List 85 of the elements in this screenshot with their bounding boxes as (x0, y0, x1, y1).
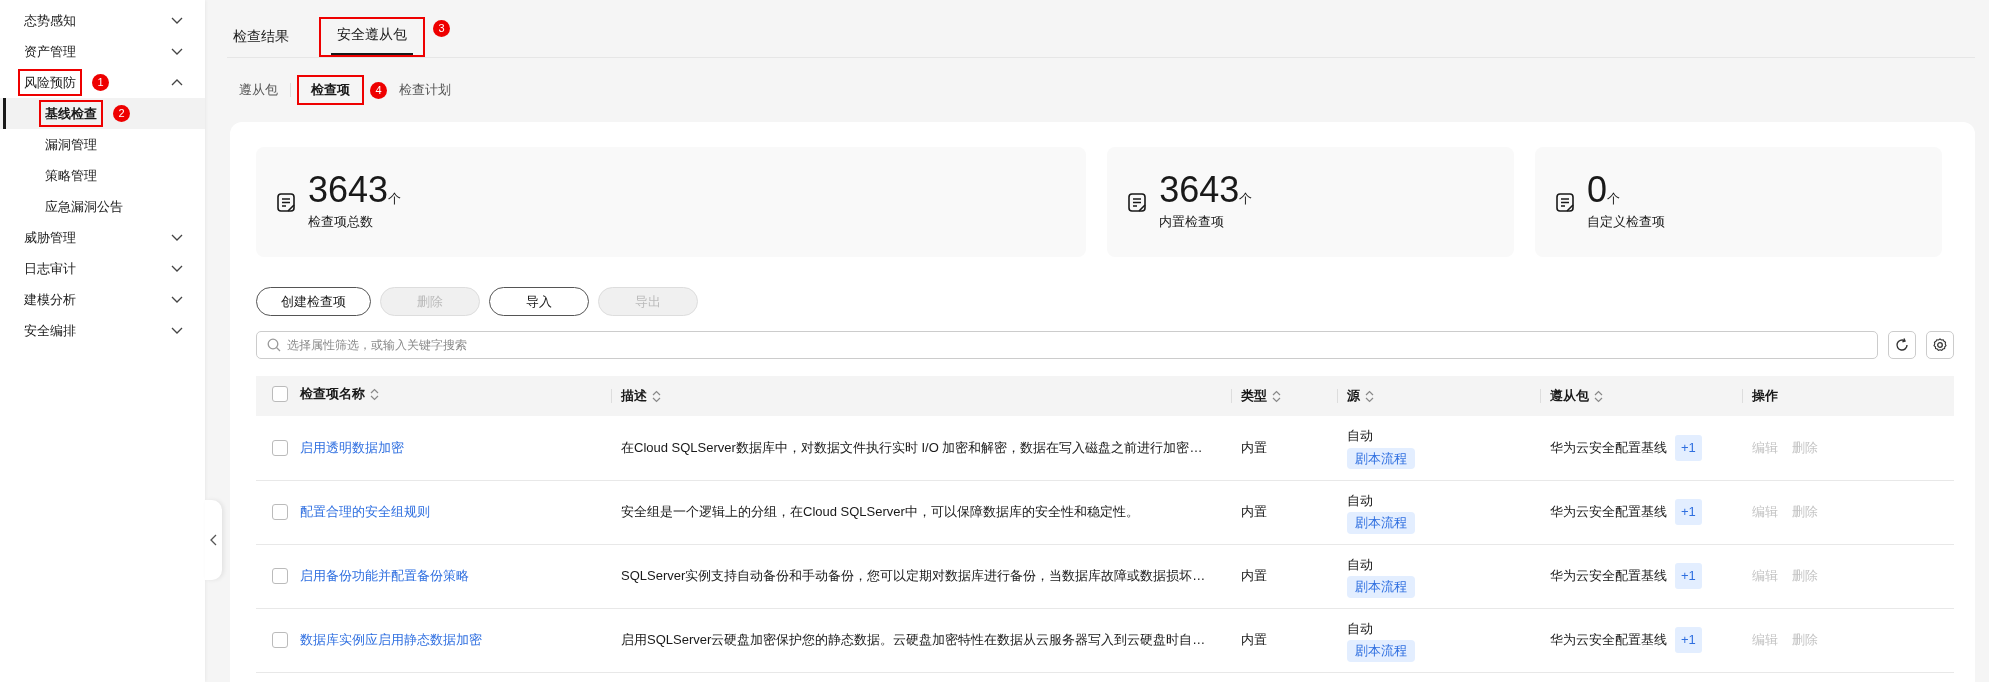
select-all-checkbox[interactable] (272, 386, 288, 403)
source-text: 自动 (1347, 491, 1374, 510)
description-cell: 安全组是一个逻辑上的分组，在Cloud SQLServer中，可以保障数据库的安全性和稳定性。 (611, 480, 1231, 544)
sidebar-subitem[interactable]: 漏洞管理 (0, 129, 205, 160)
sort-icon (1364, 389, 1375, 403)
stat-unit: 个 (1239, 190, 1253, 208)
type-cell: 内置 (1231, 608, 1337, 672)
source-text: 自动 (1347, 555, 1374, 574)
source-tag: 剧本流程 (1347, 512, 1415, 534)
package-name: 华为云安全配置基线 (1550, 504, 1667, 520)
more-count-tag: +1 (1675, 627, 1702, 653)
sub-tab[interactable]: 检查项 (299, 80, 362, 100)
document-icon (1555, 191, 1576, 213)
sort-icon (1593, 389, 1604, 403)
sub-tab[interactable]: 遵从包 (227, 80, 290, 100)
source-text: 自动 (1347, 427, 1374, 446)
step-number-badge: 3 (433, 20, 450, 37)
column-label: 操作 (1752, 387, 1778, 406)
package-name: 华为云安全配置基线 (1550, 440, 1667, 455)
sidebar-item[interactable]: 日志审计 (0, 253, 205, 284)
document-icon (1127, 191, 1148, 213)
description-cell: SQLServer实例支持自动备份和手动备份，您可以定期对数据库进行备份，当数据库故障或数据损坏… (611, 544, 1231, 608)
description-cell: 在Cloud SQLServer数据库中，对数据文件执行实时 I/O 加密和解密，数据在写入磁盘之前进行加密… (611, 416, 1231, 480)
check-item-link[interactable]: 启用备份功能并配置备份策略 (300, 566, 469, 586)
search-icon (267, 338, 281, 352)
package-name: 华为云安全配置基线 (1550, 568, 1667, 584)
step-number-badge: 4 (370, 81, 387, 99)
column-label: 描述 (621, 387, 647, 406)
column-label: 类型 (1241, 387, 1267, 406)
source-tag: 剧本流程 (1347, 640, 1415, 662)
stat-value: 0 (1587, 172, 1608, 209)
source-tag: 剧本流程 (1347, 447, 1415, 470)
type-cell: 内置 (1231, 544, 1337, 608)
tab[interactable]: 检查结果 (227, 25, 295, 57)
sidebar-item[interactable]: 威胁管理 (0, 222, 205, 253)
refresh-icon (1894, 337, 1910, 353)
toolbar-button[interactable]: 创建检查项 (256, 287, 371, 316)
package-name: 华为云安全配置基线 (1550, 632, 1667, 648)
source-tag: 剧本流程 (1347, 576, 1415, 598)
sidebar-subitem[interactable]: 基线检查 2 (0, 98, 205, 129)
more-count-tag: +1 (1675, 499, 1702, 525)
row-checkbox[interactable] (272, 568, 288, 584)
column-label: 检查项名称 (300, 385, 365, 404)
stat-label: 检查项总数 (308, 213, 374, 232)
type-cell: 内置 (1231, 416, 1337, 480)
document-icon (276, 191, 296, 213)
toolbar-button[interactable]: 导入 (489, 287, 589, 316)
description-cell: 启用SQLServer云硬盘加密保护您的静态数据。云硬盘加密特性在数据从云服务器写入到云硬盘时自… (611, 608, 1231, 672)
sub-tab[interactable]: 检查计划 (387, 80, 463, 100)
source-text: 自动 (1347, 619, 1374, 638)
more-count-tag: +1 (1675, 563, 1702, 589)
sidebar-item[interactable]: 安全编排 (0, 315, 205, 346)
row-checkbox[interactable] (272, 439, 288, 456)
sidebar-item[interactable]: 态势感知 (0, 5, 205, 36)
step-number-badge: 2 (113, 105, 130, 122)
collapse-handle[interactable] (205, 500, 222, 580)
sidebar-item[interactable]: 建模分析 (0, 284, 205, 315)
sidebar-subitem[interactable]: 策略管理 (0, 160, 205, 191)
type-cell: 内置 (1231, 480, 1337, 544)
sidebar-item[interactable]: 资产管理 (0, 36, 205, 67)
stat-value: 3643 (1159, 172, 1240, 209)
stat-unit: 个 (388, 190, 402, 208)
row-checkbox[interactable] (272, 504, 288, 520)
sort-icon (1271, 389, 1282, 403)
stat-value: 3643 (308, 172, 389, 209)
check-item-link[interactable]: 配置合理的安全组规则 (300, 502, 430, 522)
row-checkbox[interactable] (272, 632, 288, 648)
check-item-link[interactable]: 数据库实例应启用静态数据加密 (300, 630, 482, 650)
tab[interactable]: 安全遵从包 (331, 23, 413, 55)
column-label: 源 (1347, 387, 1360, 406)
chevron-left-icon (210, 534, 217, 546)
stat-label: 内置检查项 (1159, 213, 1226, 232)
step-number-badge: 1 (92, 74, 109, 91)
refresh-button[interactable] (1888, 331, 1916, 359)
column-label: 遵从包 (1550, 387, 1589, 406)
settings-icon (1932, 337, 1948, 353)
sidebar-item[interactable]: 风险预防 1 (0, 67, 205, 98)
more-count-tag: +1 (1675, 435, 1702, 461)
stat-unit: 个 (1607, 190, 1621, 208)
sidebar-subitem[interactable]: 应急漏洞公告 (0, 191, 205, 222)
sort-icon (369, 387, 380, 401)
stat-label: 自定义检查项 (1587, 213, 1666, 232)
settings-button[interactable] (1926, 331, 1954, 359)
sort-icon (651, 389, 662, 403)
check-item-link[interactable]: 启用透明数据加密 (300, 438, 404, 458)
